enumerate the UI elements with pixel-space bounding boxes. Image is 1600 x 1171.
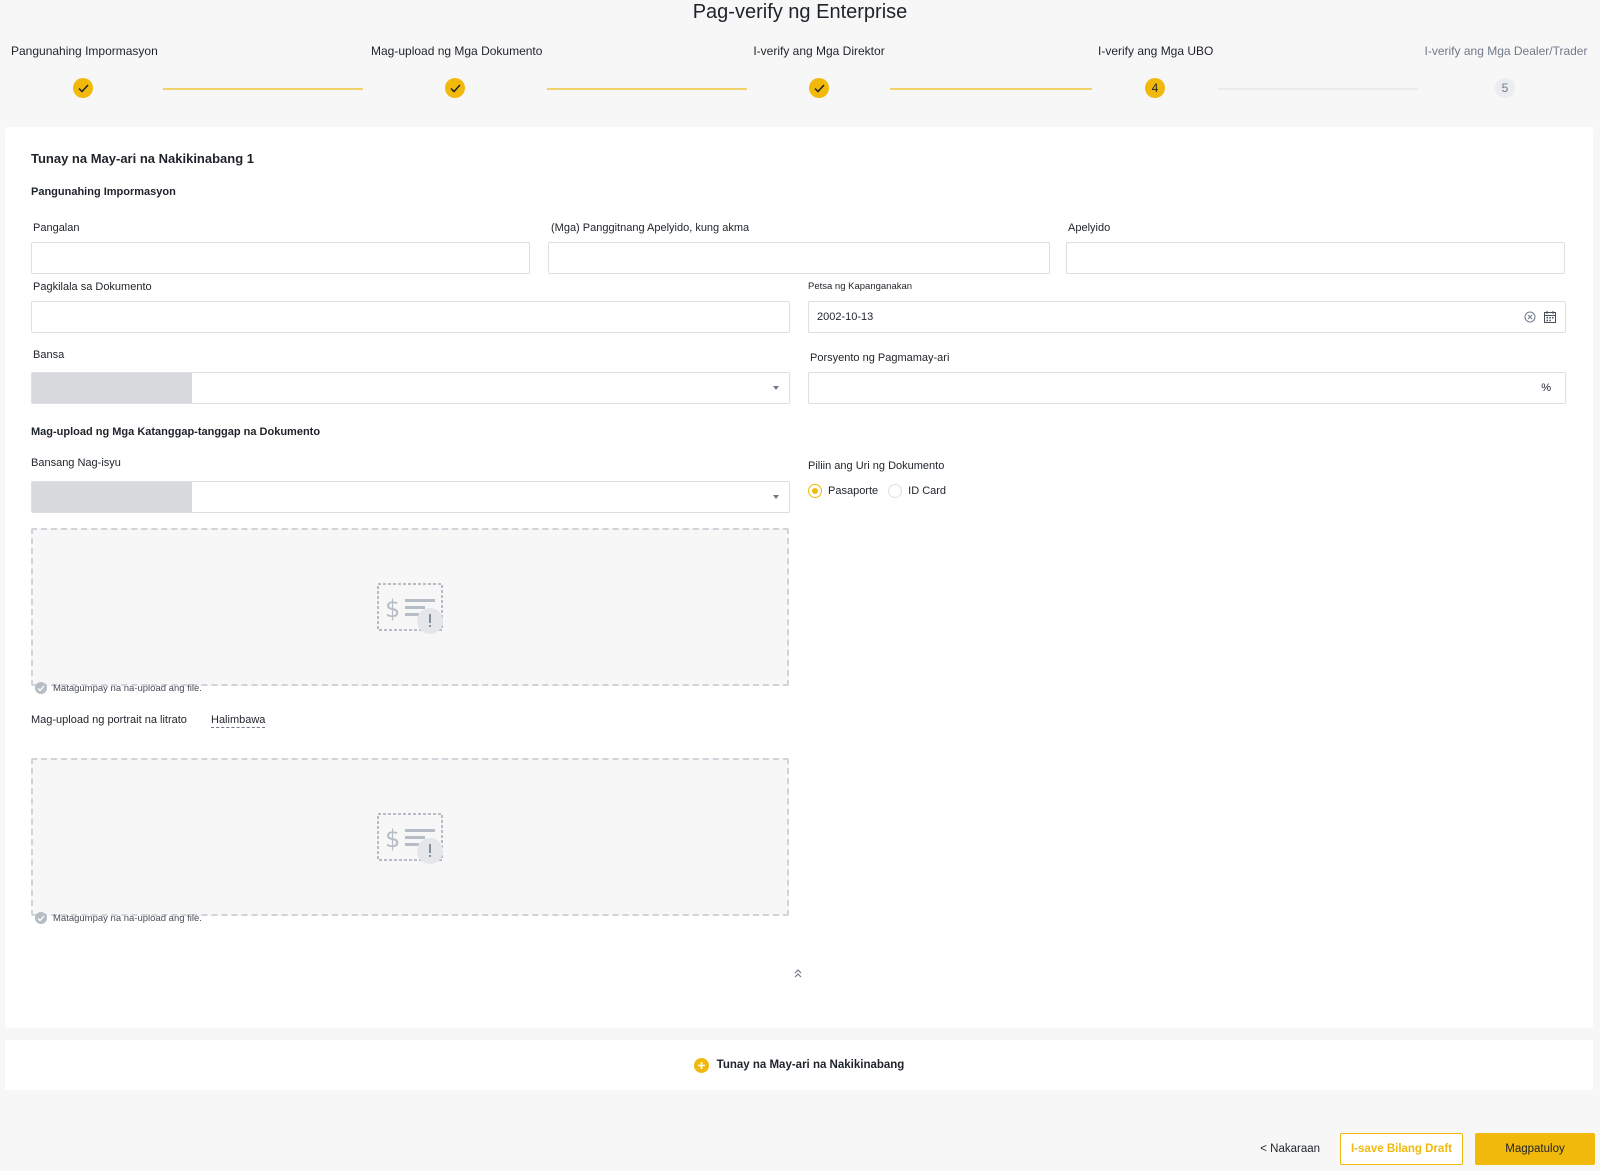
owner-card: Tunay na May-ari na Nakikinabang 1 Pangu… xyxy=(5,127,1593,1028)
birth-date-input[interactable]: 2002-10-13 xyxy=(808,301,1566,333)
document-upload-status: Matagumpay na na-upload ang file. xyxy=(35,682,202,694)
radio-id-card[interactable]: ID Card xyxy=(888,484,946,498)
step-5-number: 5 xyxy=(1495,78,1515,98)
issuing-country-label: Bansang Nag-isyu xyxy=(31,457,121,469)
check-icon xyxy=(813,83,825,93)
first-name-label: Pangalan xyxy=(33,222,80,234)
document-upload-area[interactable]: $ xyxy=(31,528,789,686)
middle-name-input[interactable] xyxy=(548,242,1050,274)
step-label: I-verify ang Mga Dealer/Trader xyxy=(1424,44,1588,58)
step-4: I-verify ang Mga UBO xyxy=(1098,44,1214,58)
svg-text:$: $ xyxy=(385,825,400,853)
portrait-upload-status-text: Matagumpay na na-upload ang file. xyxy=(53,912,202,924)
issuing-country-select[interactable] xyxy=(31,481,790,513)
ownership-label: Porsyento ng Pagmamay-ari xyxy=(810,352,950,364)
step-3: I-verify ang Mga Direktor xyxy=(753,44,885,58)
middle-name-label: (Mga) Panggitnang Apelyido, kung akma xyxy=(551,222,750,234)
doc-type-label: Piliin ang Uri ng Dokumento xyxy=(808,460,945,472)
example-link[interactable]: Halimbawa xyxy=(211,714,266,728)
step-label: I-verify ang Mga UBO xyxy=(1098,44,1214,58)
step-label: Mag-upload ng Mga Dokumento xyxy=(371,44,543,58)
document-id-label: Pagkilala sa Dokumento xyxy=(33,281,152,293)
last-name-input[interactable] xyxy=(1066,242,1565,274)
birth-date-label: Petsa ng Kapanganakan xyxy=(808,281,913,292)
document-id-input[interactable] xyxy=(31,301,790,333)
ownership-input[interactable]: % xyxy=(808,372,1566,404)
first-name-input[interactable] xyxy=(31,242,530,274)
success-icon xyxy=(35,912,47,924)
step-1-done-icon xyxy=(73,78,93,98)
step-line-1 xyxy=(163,88,363,90)
check-icon xyxy=(77,83,89,93)
step-line-2 xyxy=(547,88,747,90)
radio-passport-label: Pasaporte xyxy=(828,485,879,497)
calendar-icon[interactable] xyxy=(1543,310,1557,324)
portrait-upload-label: Mag-upload ng portrait na litrato xyxy=(31,714,187,726)
plus-circle-icon xyxy=(693,1057,709,1073)
svg-text:$: $ xyxy=(385,595,400,623)
percent-suffix: % xyxy=(1541,382,1551,394)
save-draft-button[interactable]: I-save Bilang Draft xyxy=(1340,1133,1463,1165)
birth-date-value: 2002-10-13 xyxy=(817,311,874,323)
country-select[interactable] xyxy=(31,372,790,404)
last-name-label: Apelyido xyxy=(1068,222,1111,234)
success-icon xyxy=(35,682,47,694)
country-label: Bansa xyxy=(33,349,65,361)
caret-down-icon xyxy=(773,386,779,390)
previous-button[interactable]: < Nakaraan xyxy=(1252,1143,1328,1155)
portrait-upload-area[interactable]: $ xyxy=(31,758,789,916)
continue-button[interactable]: Magpatuloy xyxy=(1475,1133,1595,1165)
issuing-country-selected-value xyxy=(32,482,192,512)
basic-info-title: Pangunahing Impormasyon xyxy=(31,186,176,198)
step-line-4 xyxy=(1218,88,1418,90)
radio-unchecked-icon xyxy=(888,484,903,498)
country-selected-value xyxy=(32,373,192,403)
doc-type-radio-group: Pasaporte ID Card xyxy=(808,484,946,498)
stepper: Pangunahing Impormasyon Mag-upload ng Mg… xyxy=(0,44,1600,104)
step-5: I-verify ang Mga Dealer/Trader xyxy=(1424,44,1588,58)
radio-passport[interactable]: Pasaporte xyxy=(808,484,878,498)
step-line-3 xyxy=(890,88,1092,90)
radio-id-card-label: ID Card xyxy=(908,485,947,497)
document-upload-status-text: Matagumpay na na-upload ang file. xyxy=(53,682,202,694)
step-2-done-icon xyxy=(445,78,465,98)
step-2: Mag-upload ng Mga Dokumento xyxy=(371,44,543,58)
add-owner-button[interactable]: Tunay na May-ari na Nakikinabang xyxy=(5,1040,1593,1090)
add-owner-label: Tunay na May-ari na Nakikinabang xyxy=(716,1059,905,1071)
portrait-upload-status: Matagumpay na na-upload ang file. xyxy=(35,912,202,924)
step-3-done-icon xyxy=(809,78,829,98)
document-placeholder-icon: $ xyxy=(377,813,443,864)
step-label: Pangunahing Impormasyon xyxy=(11,44,158,58)
radio-checked-icon xyxy=(808,484,822,498)
step-label: I-verify ang Mga Direktor xyxy=(753,44,885,58)
check-icon xyxy=(449,83,461,93)
step-1: Pangunahing Impormasyon xyxy=(11,44,158,58)
card-title: Tunay na May-ari na Nakikinabang 1 xyxy=(31,151,254,166)
clear-icon[interactable] xyxy=(1523,310,1537,324)
page-title: Pag-verify ng Enterprise xyxy=(692,1,908,23)
chevron-up-double-icon[interactable] xyxy=(792,967,804,979)
footer-actions: < Nakaraan I-save Bilang Draft Magpatulo… xyxy=(1252,1133,1595,1165)
upload-section-title: Mag-upload ng Mga Katanggap-tanggap na D… xyxy=(31,426,321,438)
document-placeholder-icon: $ xyxy=(377,583,443,634)
step-4-number: 4 xyxy=(1145,78,1165,98)
caret-down-icon xyxy=(773,495,779,499)
